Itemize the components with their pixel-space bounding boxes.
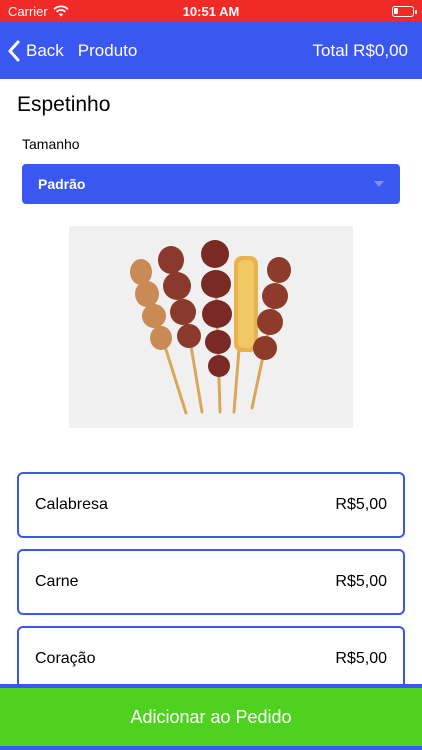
- item-price: R$5,00: [335, 573, 387, 590]
- item-name: Coração: [35, 650, 96, 667]
- dropdown-caret-icon: [374, 181, 384, 187]
- carrier-label: Carrier: [8, 3, 48, 19]
- item-price: R$5,00: [335, 496, 387, 513]
- status-left: Carrier: [8, 4, 69, 19]
- list-item[interactable]: Coração R$5,00: [17, 626, 405, 692]
- wifi-icon: [53, 5, 69, 17]
- product-title: Espetinho: [17, 93, 111, 116]
- product-image: [69, 226, 353, 428]
- list-item[interactable]: Calabresa R$5,00: [17, 472, 405, 538]
- nav-title: Produto: [77, 40, 138, 60]
- order-total: Total R$0,00: [312, 40, 408, 60]
- item-name: Calabresa: [35, 496, 108, 513]
- size-select[interactable]: Padrão: [22, 164, 400, 204]
- chevron-left-icon: [8, 40, 20, 61]
- bottom-action-bar: Adicionar ao Pedido: [0, 684, 422, 750]
- item-name: Carne: [35, 573, 79, 590]
- list-item[interactable]: Carne R$5,00: [17, 549, 405, 615]
- nav-bar: Back Produto Total R$0,00: [0, 22, 422, 79]
- item-price: R$5,00: [335, 650, 387, 667]
- back-button[interactable]: Back: [8, 40, 64, 62]
- back-label: Back: [26, 40, 64, 60]
- add-to-order-button[interactable]: Adicionar ao Pedido: [0, 688, 422, 746]
- skewers-illustration: [130, 240, 291, 415]
- battery-icon: [392, 5, 417, 17]
- size-label: Tamanho: [22, 136, 80, 152]
- status-bar: Carrier 10:51 AM: [0, 0, 422, 22]
- size-selected-value: Padrão: [38, 176, 86, 192]
